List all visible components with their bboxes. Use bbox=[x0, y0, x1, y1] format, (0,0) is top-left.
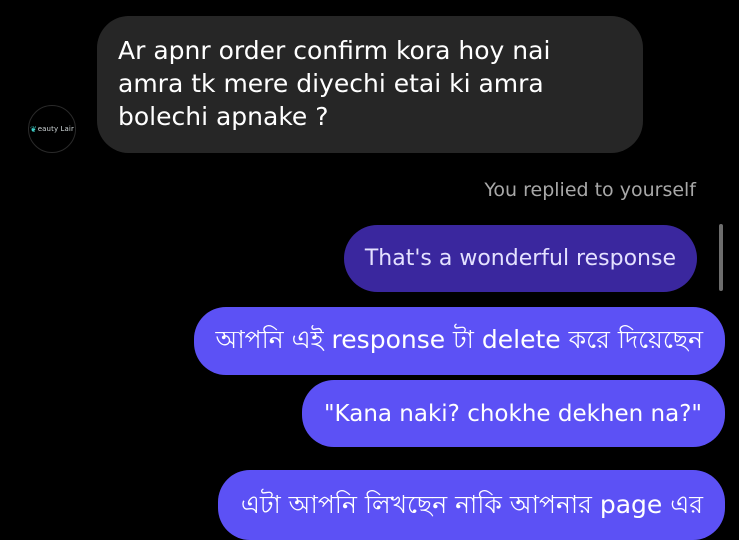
outgoing-message-text: "Kana naki? chokhe dekhen na?" bbox=[323, 400, 702, 427]
outgoing-message-bubble[interactable]: "Kana naki? chokhe dekhen na?" bbox=[301, 380, 725, 447]
incoming-message-bubble[interactable]: Ar apnr order confirm kora hoy nai amra … bbox=[97, 16, 643, 153]
outgoing-message-bubble[interactable]: আপনি এই response টা delete করে দিয়েছেন bbox=[194, 307, 725, 375]
quoted-reply-bubble[interactable]: That's a wonderful response bbox=[343, 225, 697, 292]
quoted-reply-text: That's a wonderful response bbox=[364, 246, 676, 271]
outgoing-message-bubble[interactable]: এটা আপনি লিখছেন নাকি আপনার page এর bbox=[217, 470, 725, 540]
avatar-brand-label: eauty Lair bbox=[37, 125, 74, 133]
reply-indicator: You replied to yourself bbox=[484, 179, 696, 201]
outgoing-message-text: আপনি এই response টা delete করে দিয়েছেন bbox=[215, 324, 703, 354]
incoming-message-text: Ar apnr order confirm kora hoy nai amra … bbox=[118, 36, 551, 131]
contact-avatar[interactable]: ❦ eauty Lair bbox=[28, 105, 76, 153]
outgoing-message-text: এটা আপনি লিখছেন নাকি আপনার page এর bbox=[240, 490, 703, 519]
leaf-icon: ❦ bbox=[30, 124, 37, 134]
scrollbar-thumb[interactable] bbox=[719, 224, 723, 291]
